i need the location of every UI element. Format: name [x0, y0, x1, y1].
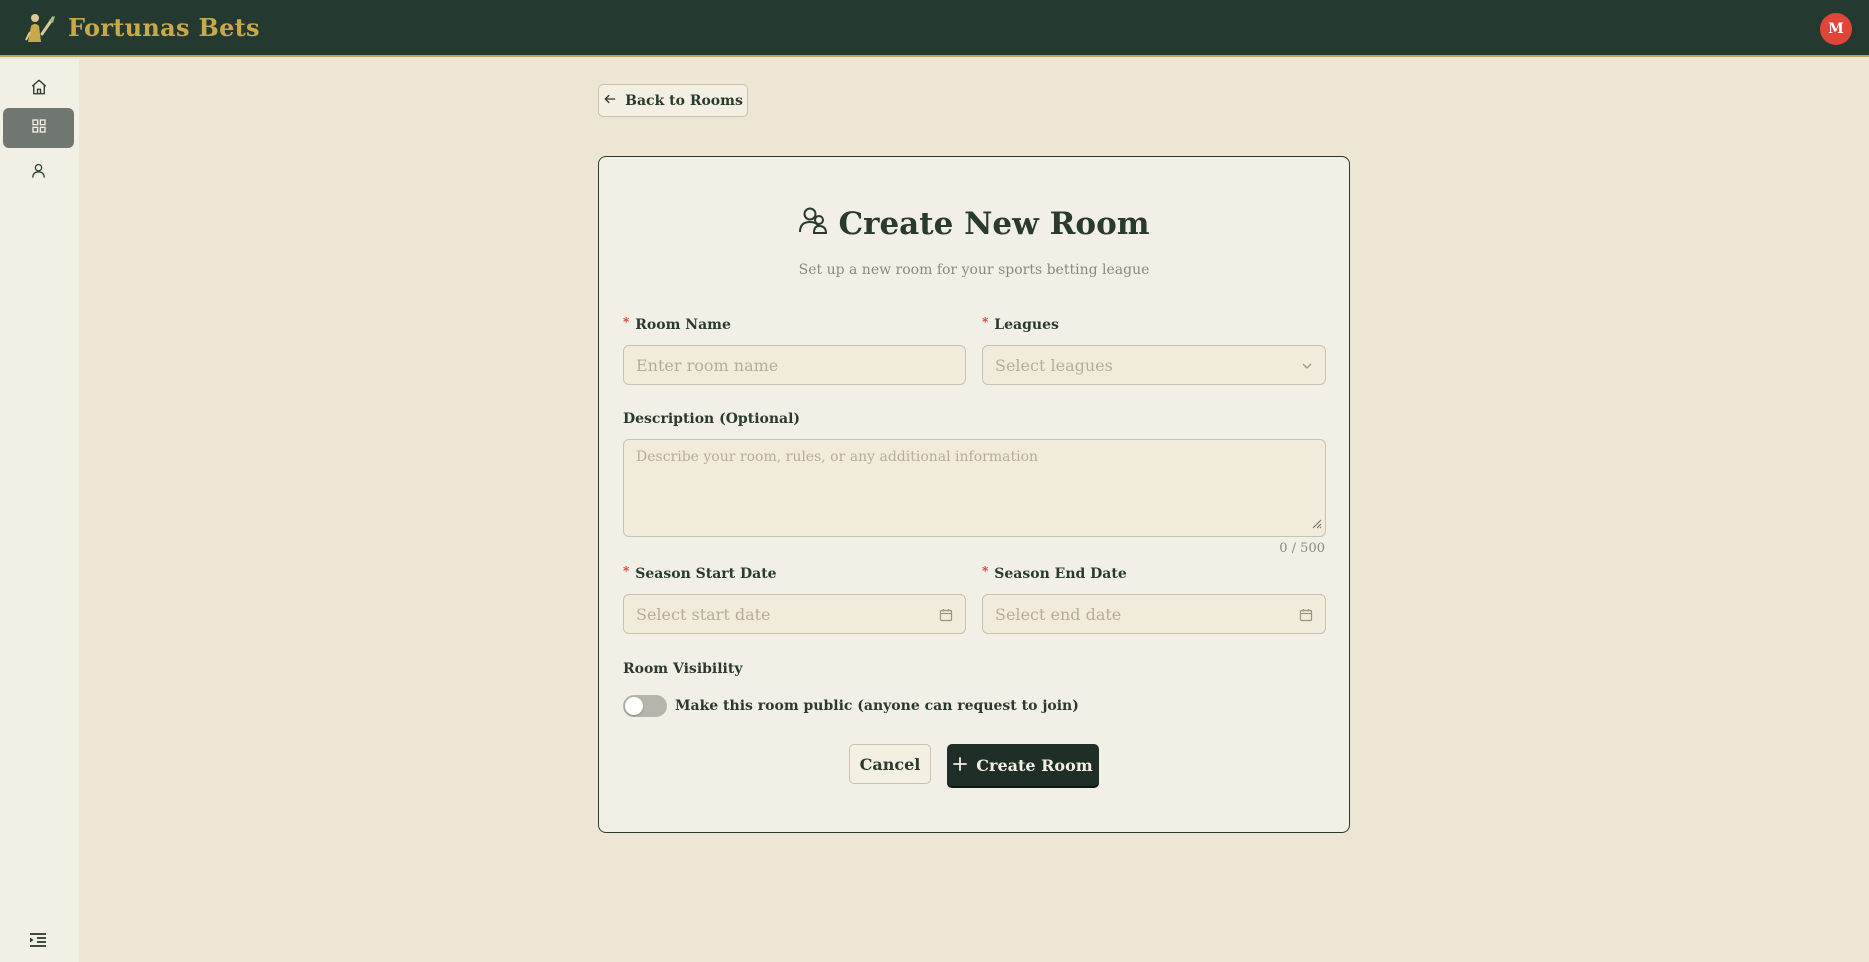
grid-icon [31, 118, 47, 138]
sidebar-item-rooms[interactable] [3, 108, 74, 148]
room-name-input[interactable]: Enter room name [623, 345, 966, 385]
arrow-left-icon [603, 92, 617, 110]
user-icon [30, 162, 47, 183]
description-placeholder: Describe your room, rules, or any additi… [636, 449, 1039, 465]
create-room-button[interactable]: Create Room [947, 744, 1099, 786]
description-label: Description (Optional) [623, 411, 801, 427]
end-date-placeholder: Select end date [995, 604, 1122, 624]
menu-indent-icon[interactable] [26, 928, 50, 952]
room-name-placeholder: Enter room name [636, 355, 779, 375]
leagues-label: * Leagues [982, 315, 1059, 333]
required-mark: * [982, 315, 989, 329]
visibility-row: Make this room public (anyone can reques… [623, 695, 1079, 717]
logo-icon [22, 10, 58, 46]
calendar-icon [939, 608, 953, 622]
calendar-icon [1299, 608, 1313, 622]
plus-icon [953, 756, 968, 775]
cancel-button[interactable]: Cancel [849, 744, 931, 784]
sidebar [0, 59, 79, 962]
description-textarea[interactable]: Describe your room, rules, or any additi… [623, 439, 1326, 537]
start-date-placeholder: Select start date [636, 604, 771, 624]
title-text: Create New Room [838, 206, 1150, 242]
create-room-card: Create New Room Set up a new room for yo… [598, 156, 1350, 833]
visibility-label: Room Visibility [623, 661, 743, 677]
top-header: Fortunas Bets M [0, 0, 1869, 57]
create-room-label: Create Room [976, 755, 1093, 775]
brand[interactable]: Fortunas Bets [22, 10, 260, 46]
sidebar-item-home[interactable] [3, 69, 74, 109]
leagues-placeholder: Select leagues [995, 355, 1113, 375]
avatar[interactable]: M [1820, 13, 1852, 45]
start-date-picker[interactable]: Select start date [623, 594, 966, 634]
chevron-down-icon [1301, 360, 1313, 372]
end-date-label: * Season End Date [982, 564, 1127, 582]
required-mark: * [982, 564, 989, 578]
description-counter: 0 / 500 [1279, 541, 1325, 556]
start-date-label: * Season Start Date [623, 564, 777, 582]
end-date-label-text: Season End Date [994, 566, 1127, 582]
public-toggle-label: Make this room public (anyone can reques… [675, 698, 1079, 714]
room-name-label-text: Room Name [635, 317, 731, 333]
toggle-knob [625, 697, 643, 715]
users-icon [798, 205, 828, 243]
leagues-select[interactable]: Select leagues [982, 345, 1326, 385]
page-title: Create New Room [599, 205, 1349, 243]
required-mark: * [623, 315, 630, 329]
brand-name: Fortunas Bets [68, 13, 260, 42]
page-subtitle: Set up a new room for your sports bettin… [798, 262, 1150, 278]
start-date-label-text: Season Start Date [635, 566, 777, 582]
end-date-picker[interactable]: Select end date [982, 594, 1326, 634]
resize-grip-icon[interactable] [1312, 517, 1322, 533]
leagues-label-text: Leagues [994, 317, 1059, 333]
public-toggle[interactable] [623, 695, 667, 717]
home-icon [30, 78, 48, 100]
back-to-rooms-button[interactable]: Back to Rooms [598, 84, 748, 117]
required-mark: * [623, 564, 630, 578]
sidebar-item-profile[interactable] [3, 152, 74, 192]
back-button-label: Back to Rooms [625, 92, 743, 109]
room-name-label: * Room Name [623, 315, 731, 333]
